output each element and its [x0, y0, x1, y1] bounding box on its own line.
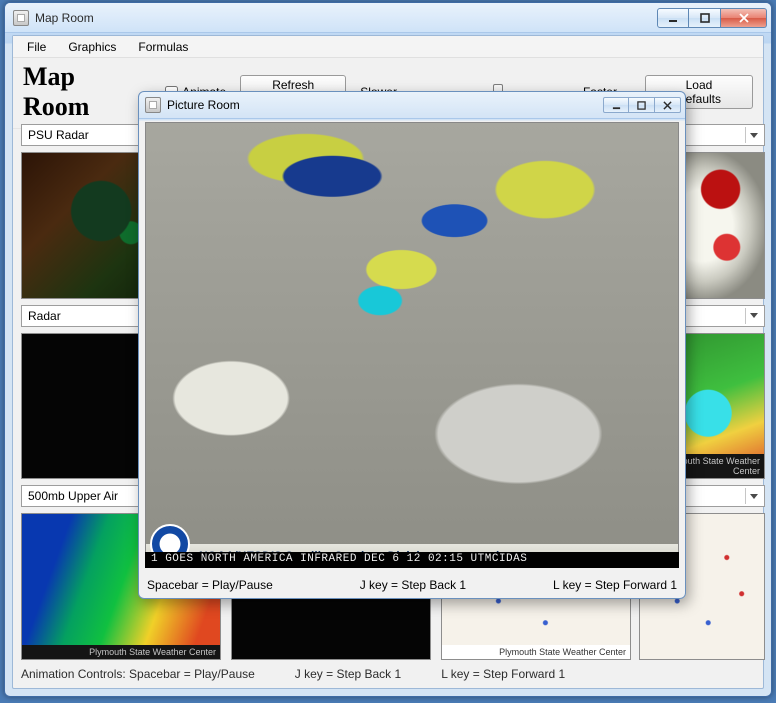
footer-hint: Animation Controls: Spacebar = Play/Paus… [21, 664, 755, 684]
picture-room-titlebar[interactable]: Picture Room [139, 92, 685, 119]
page-title: Map Room [23, 62, 141, 122]
window-controls [657, 8, 767, 28]
chevron-down-icon [745, 308, 761, 324]
pr-minimize-button[interactable] [603, 97, 629, 113]
tile-caption: Plymouth State Weather Center [442, 645, 630, 659]
maximize-button[interactable] [689, 8, 721, 28]
picture-room-window[interactable]: Picture Room NOAA/NESDIS Satellite Servi… [138, 91, 686, 599]
menu-file[interactable]: File [17, 38, 56, 56]
menu-graphics[interactable]: Graphics [58, 38, 126, 56]
pr-close-button[interactable] [655, 97, 681, 113]
window-title: Map Room [35, 11, 94, 25]
pr-footer-space: Spacebar = Play/Pause [147, 578, 273, 592]
app-icon [13, 10, 29, 26]
footer-lkey: L key = Step Forward 1 [441, 667, 565, 681]
minimize-button[interactable] [657, 8, 689, 28]
menubar: File Graphics Formulas [13, 36, 763, 58]
tile-caption: Plymouth State Weather Center [22, 645, 220, 659]
chevron-down-icon [745, 127, 761, 143]
footer-jkey: J key = Step Back 1 [295, 667, 401, 681]
close-button[interactable] [721, 8, 767, 28]
pr-maximize-button[interactable] [629, 97, 655, 113]
menu-formulas[interactable]: Formulas [128, 38, 198, 56]
picture-room-title: Picture Room [167, 98, 240, 112]
titlebar[interactable]: Map Room [5, 3, 771, 33]
app-icon [145, 97, 161, 113]
picture-room-footer: Spacebar = Play/Pause J key = Step Back … [147, 576, 677, 594]
pr-footer-j: J key = Step Back 1 [360, 578, 466, 592]
chevron-down-icon [745, 488, 761, 504]
pr-footer-l: L key = Step Forward 1 [553, 578, 677, 592]
footer-controls: Animation Controls: Spacebar = Play/Paus… [21, 667, 255, 681]
frame-info-band: 1 GOES NORTH AMERICA INFRARED DEC 6 12 0… [145, 552, 679, 568]
satellite-image[interactable] [145, 122, 679, 568]
